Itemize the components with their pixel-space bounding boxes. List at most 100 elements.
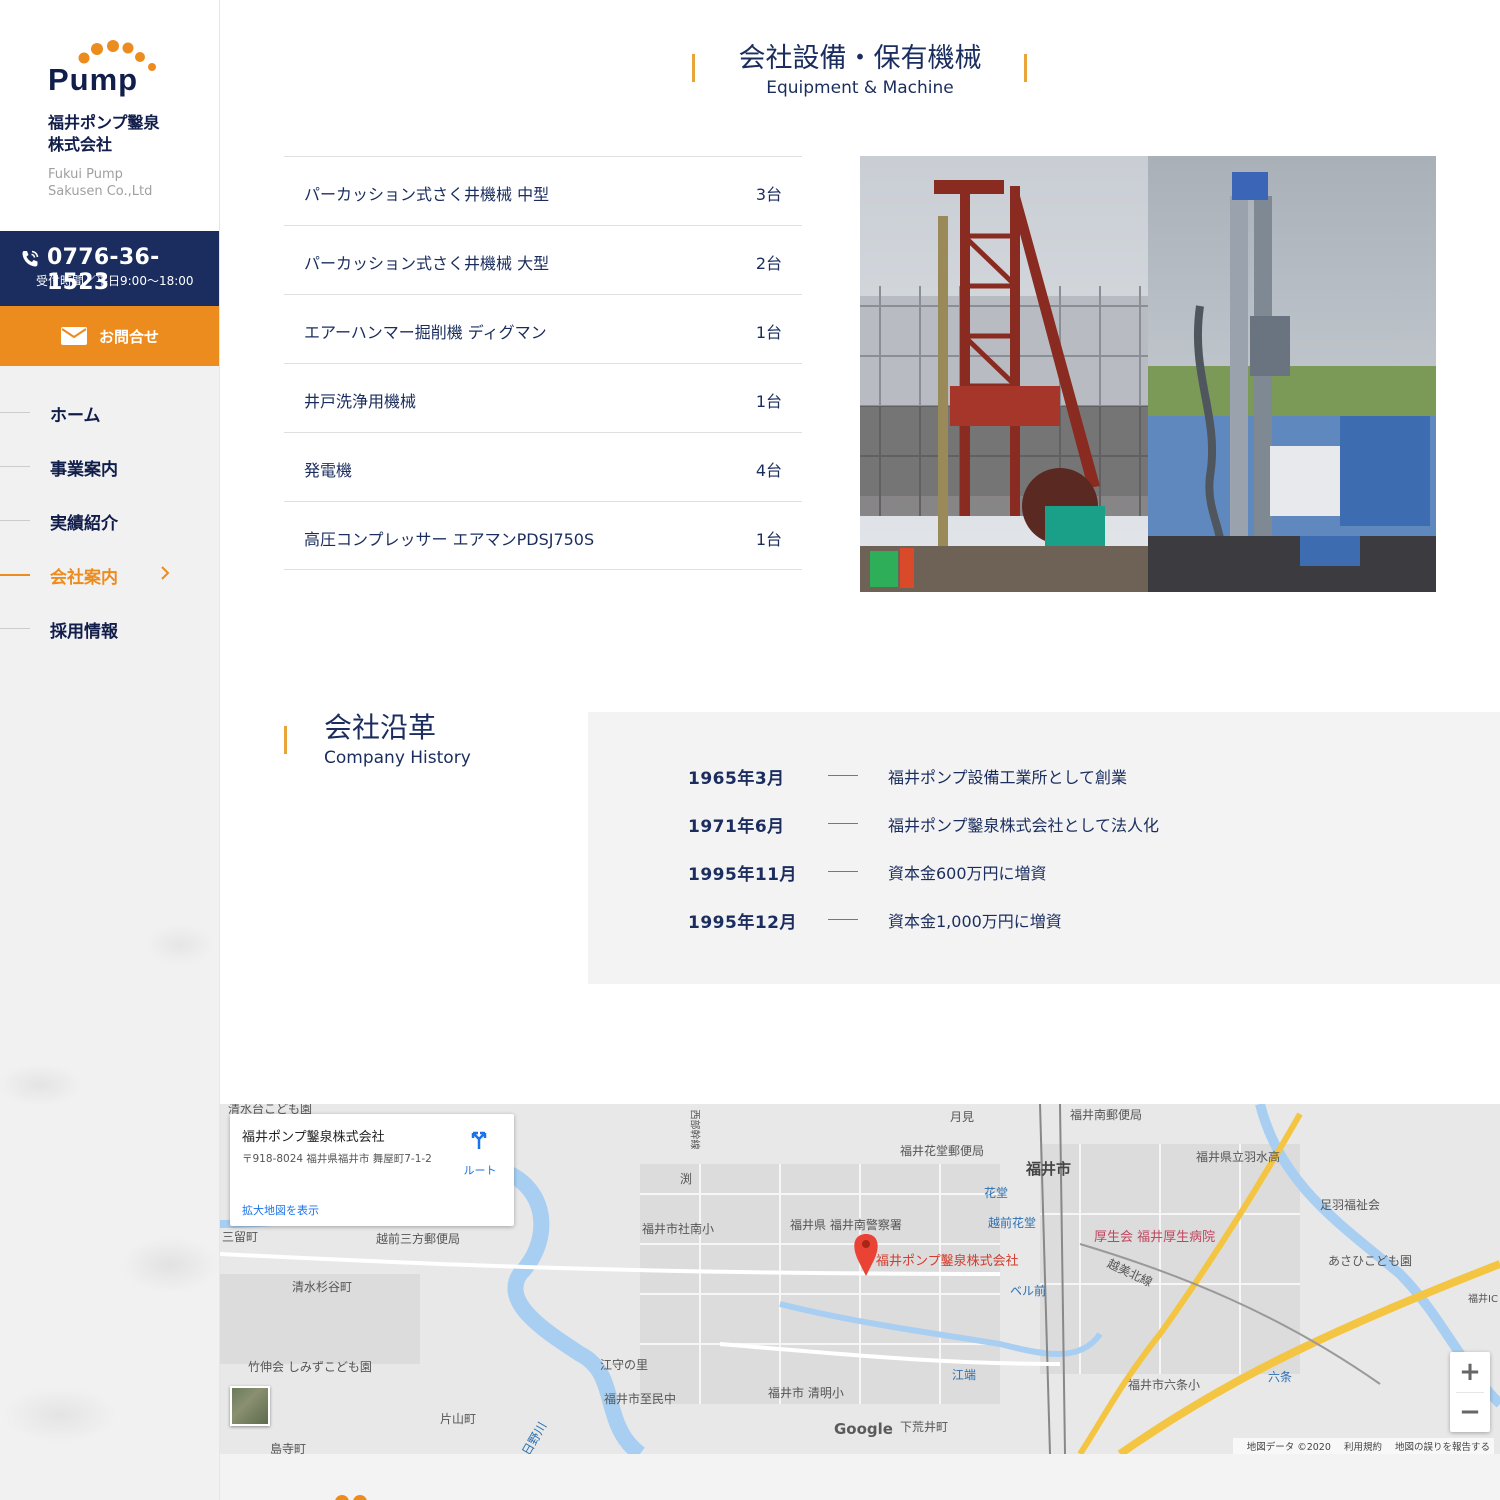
map-label: あさひこども園 <box>1328 1254 1413 1268</box>
map-label: 福井市社南小 <box>642 1222 715 1236</box>
map-label: 竹伸会 しみずこども園 <box>248 1360 372 1374</box>
map-label: 月見 <box>950 1110 975 1124</box>
nav-label: 事業案内 <box>50 460 118 480</box>
main-nav: ホーム 事業案内 実績紹介 会社案内 採用情報 <box>0 385 219 655</box>
history-row: 1995年12月 資本金1,000万円に増資 <box>688 908 1468 938</box>
company-name-en-line1: Fukui Pump <box>48 167 123 182</box>
map-address: 〒918-8024 福井県福井市 舞屋町7-1-2 <box>242 1153 432 1165</box>
equipment-title: 会社設備・保有機械 <box>738 43 982 74</box>
zoom-out-button[interactable]: − <box>1450 1392 1490 1432</box>
table-row: 高圧コンプレッサー エアマンPDSJ750S 1台 <box>284 501 802 570</box>
zoom-in-button[interactable]: + <box>1450 1352 1490 1392</box>
nav-item-home[interactable]: ホーム <box>0 385 219 439</box>
zoom-control: + − <box>1450 1352 1490 1432</box>
svg-text:Pump: Pump <box>48 62 138 97</box>
map-attribution: 地図データ ©2020 利用規約 地図の誤りを報告する <box>1232 1438 1494 1454</box>
google-map[interactable]: 清水台こども園 月見 福井南郵便局 福井花堂郵便局 福井市 福井県立羽水高 花堂… <box>220 1104 1500 1454</box>
map-label: 足羽福祉会 <box>1320 1198 1381 1212</box>
map-label: 福井花堂郵便局 <box>900 1144 985 1158</box>
equipment-count: 2台 <box>755 254 782 273</box>
footer-strip <box>220 1454 1500 1500</box>
contact-label: お問合せ <box>98 327 159 346</box>
company-name-line2: 株式会社 <box>48 135 113 154</box>
nav-label: 採用情報 <box>50 622 118 642</box>
map-label: ベル前 <box>1010 1284 1047 1298</box>
history-box: 1965年3月 福井ポンプ設備工業所として創業 1971年6月 福井ポンプ鑿泉株… <box>588 712 1500 984</box>
map-label: 厚生会 福井厚生病院 <box>1094 1230 1216 1245</box>
history-row: 1995年11月 資本金600万円に増資 <box>688 860 1468 890</box>
map-label: 三留町 <box>222 1230 259 1244</box>
route-link[interactable]: ルート <box>458 1162 502 1178</box>
zoom-separator <box>1456 1392 1484 1393</box>
satellite-toggle[interactable] <box>230 1386 270 1426</box>
phone-icon <box>22 250 39 267</box>
history-row: 1965年3月 福井ポンプ設備工業所として創業 <box>688 764 1468 794</box>
equipment-name: 井戸洗浄用機械 <box>304 392 417 411</box>
nav-item-business[interactable]: 事業案内 <box>0 439 219 493</box>
equipment-name: エアーハンマー掘削機 ディグマン <box>304 323 547 342</box>
company-name-en: Fukui Pump Sakusen Co.,Ltd <box>48 166 208 200</box>
history-heading-bar <box>284 726 287 754</box>
history-text: 福井ポンプ鑿泉株式会社として法人化 <box>888 816 1160 835</box>
map-label: 福井市六条小 <box>1128 1378 1201 1392</box>
equipment-table: パーカッション式さく井機械 中型 3台 パーカッション式さく井機械 大型 2台 … <box>284 156 802 570</box>
footer-logo-dots <box>335 1495 367 1500</box>
history-date: 1995年12月 <box>688 913 797 933</box>
directions-icon[interactable] <box>468 1128 490 1150</box>
equipment-subtitle: Equipment & Machine <box>766 78 954 98</box>
table-row: 発電機 4台 <box>284 432 802 501</box>
nav-item-recruit[interactable]: 採用情報 <box>0 601 219 655</box>
nav-item-company[interactable]: 会社案内 <box>0 547 219 601</box>
nav-label: 会社案内 <box>50 568 118 588</box>
contact-button[interactable]: お問合せ <box>0 306 219 366</box>
nav-dash <box>0 628 30 629</box>
table-row: パーカッション式さく井機械 中型 3台 <box>284 156 802 225</box>
map-label: 花堂 <box>984 1186 1009 1200</box>
sidebar: Pump 福井ポンプ鑿泉 株式会社 Fukui Pump Sakusen Co.… <box>0 0 220 1500</box>
nav-dash <box>0 412 30 413</box>
google-logo: Google <box>834 1420 893 1438</box>
mail-icon <box>60 327 87 345</box>
pump-logo[interactable]: Pump <box>48 40 173 98</box>
map-label: 福井県 福井南警察署 <box>790 1218 902 1232</box>
company-name-en-line2: Sakusen Co.,Ltd <box>48 184 153 199</box>
equipment-count: 1台 <box>755 323 782 342</box>
equipment-photo <box>860 156 1436 592</box>
equipment-count: 1台 <box>755 392 782 411</box>
history-dash <box>828 775 858 776</box>
table-row: エアーハンマー掘削機 ディグマン 1台 <box>284 294 802 363</box>
history-text: 福井ポンプ設備工業所として創業 <box>888 768 1128 787</box>
map-label: 西部幹線 <box>688 1109 700 1150</box>
brand-block[interactable]: Pump 福井ポンプ鑿泉 株式会社 Fukui Pump Sakusen Co.… <box>0 0 219 231</box>
map-label: 片山町 <box>440 1412 477 1426</box>
nav-label: ホーム <box>50 406 101 426</box>
map-label: 下荒井町 <box>900 1420 949 1434</box>
history-date: 1971年6月 <box>688 817 785 837</box>
equipment-name: 発電機 <box>304 461 353 480</box>
map-label: 福井市 <box>1026 1160 1072 1178</box>
map-marker-label[interactable]: 福井ポンプ鑿泉株式会社 <box>876 1250 1019 1269</box>
map-label: 渕 <box>680 1172 693 1186</box>
view-larger-map-link[interactable]: 拡大地図を表示 <box>242 1202 319 1218</box>
nav-dash <box>0 574 30 576</box>
history-text: 資本金600万円に増資 <box>888 864 1047 883</box>
map-label: 福井IC <box>1468 1294 1498 1305</box>
map-label: 福井県立羽水高 <box>1196 1150 1281 1164</box>
phone-hours: 受付時間／平日9:00〜18:00 <box>36 274 194 288</box>
equipment-name: 高圧コンプレッサー エアマンPDSJ750S <box>304 530 595 549</box>
history-subtitle: Company History <box>324 748 471 768</box>
map-info-card: 福井ポンプ鑿泉株式会社 〒918-8024 福井県福井市 舞屋町7-1-2 ルー… <box>230 1114 514 1226</box>
history-row: 1971年6月 福井ポンプ鑿泉株式会社として法人化 <box>688 812 1468 842</box>
map-label: 江守の里 <box>600 1358 649 1372</box>
equipment-count: 4台 <box>755 461 782 480</box>
history-date: 1965年3月 <box>688 769 785 789</box>
map-label: 福井市 清明小 <box>768 1386 844 1400</box>
map-label: 越前三方郵便局 <box>376 1232 461 1246</box>
nav-dash <box>0 520 30 521</box>
history-title: 会社沿革 <box>324 711 437 744</box>
terms-link[interactable]: 利用規約 <box>1344 1442 1382 1453</box>
report-error-link[interactable]: 地図の誤りを報告する <box>1395 1442 1490 1453</box>
map-place-name: 福井ポンプ鑿泉株式会社 <box>242 1130 385 1145</box>
history-dash <box>828 871 858 872</box>
nav-item-works[interactable]: 実績紹介 <box>0 493 219 547</box>
